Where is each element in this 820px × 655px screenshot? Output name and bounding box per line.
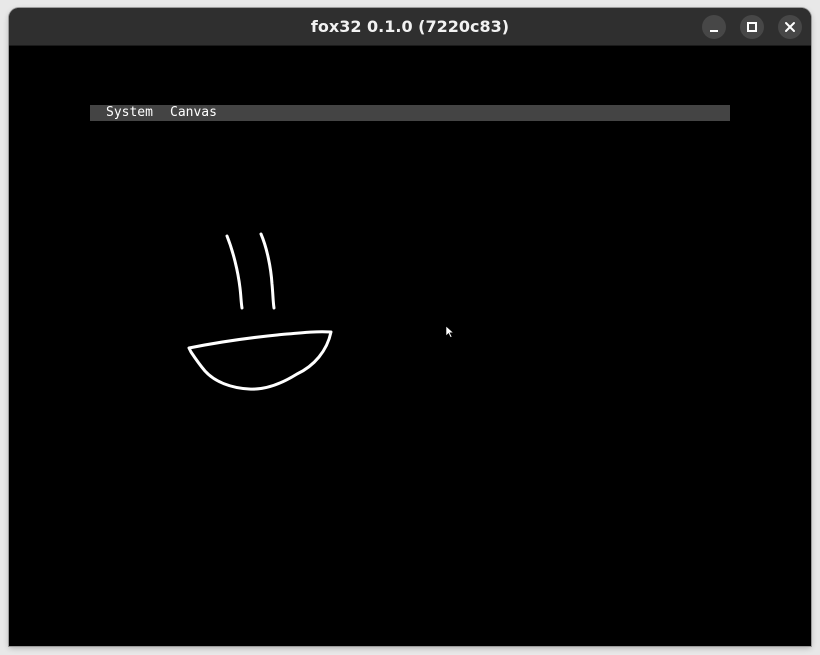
minimize-icon: [710, 30, 718, 32]
minimize-button[interactable]: [702, 15, 726, 39]
drawn-stroke-left: [225, 234, 244, 310]
drawn-bowl-shape: [187, 330, 333, 391]
close-icon: [785, 22, 795, 32]
close-button[interactable]: [778, 15, 802, 39]
maximize-button[interactable]: [740, 15, 764, 39]
drawn-stroke-right: [259, 232, 276, 310]
app-window: fox32 0.1.0 (7220c83) System Canvas: [9, 8, 811, 646]
window-title: fox32 0.1.0 (7220c83): [310, 17, 510, 36]
canvas-drawing[interactable]: [9, 46, 811, 646]
title-bar[interactable]: fox32 0.1.0 (7220c83): [9, 8, 811, 46]
emulator-screen[interactable]: System Canvas: [9, 46, 811, 646]
maximize-icon: [747, 22, 757, 32]
mouse-cursor-icon: [445, 325, 455, 338]
